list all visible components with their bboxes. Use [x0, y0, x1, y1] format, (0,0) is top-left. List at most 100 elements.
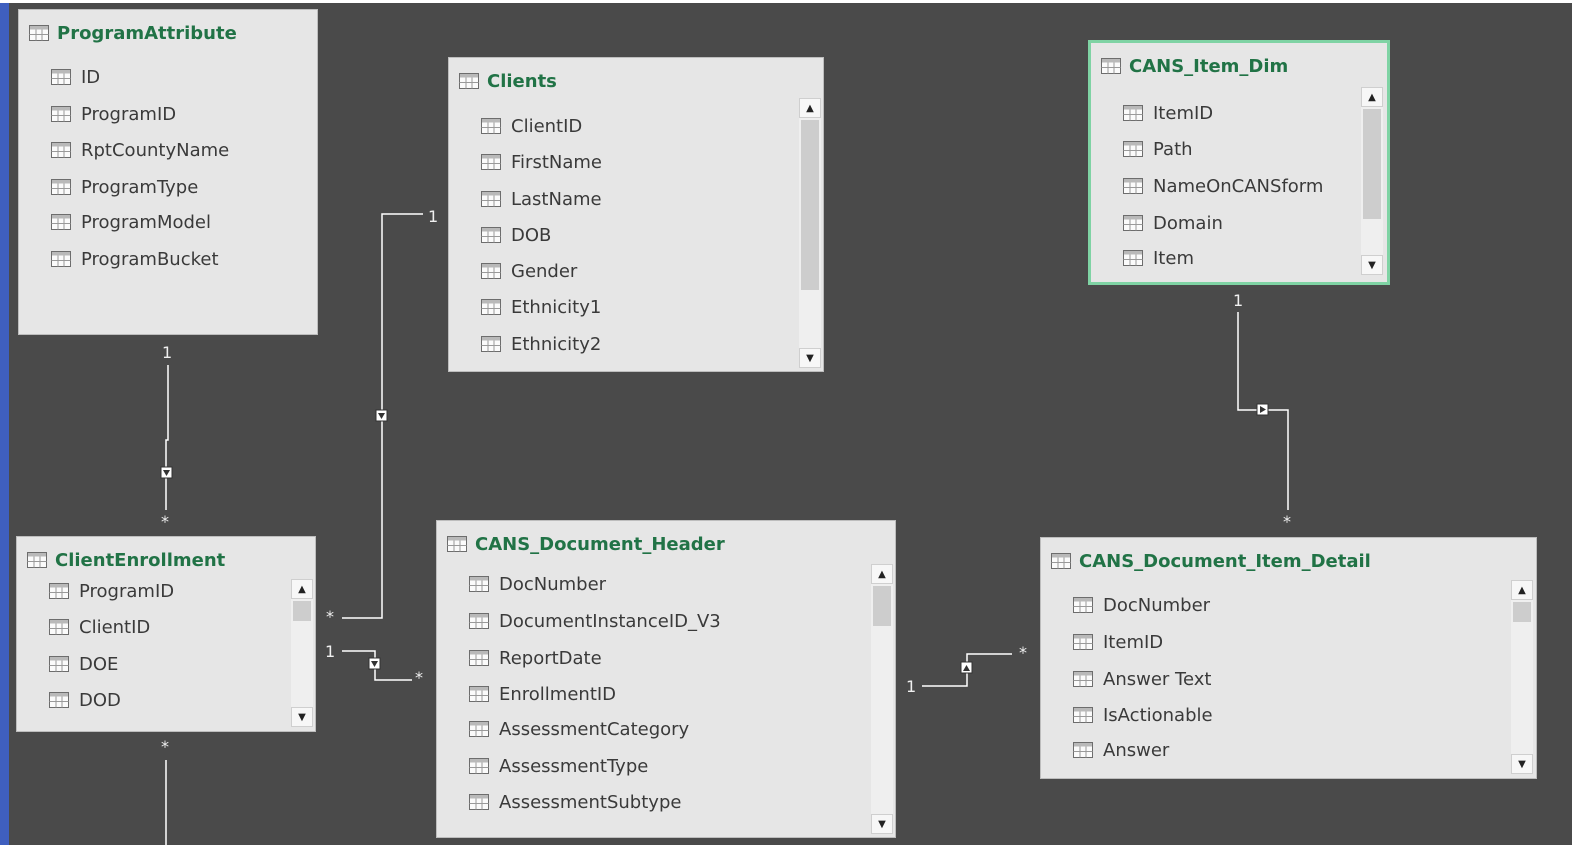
column-label: ProgramID [81, 103, 177, 125]
scroll-thumb[interactable] [873, 586, 891, 626]
column-icon [1123, 141, 1143, 157]
cardinality-one: 1 [906, 677, 917, 696]
column-icon [1123, 250, 1143, 266]
column-item[interactable]: AssessmentSubtype [469, 789, 681, 815]
scroll-thumb[interactable] [293, 601, 311, 621]
column-item[interactable]: Item [1123, 245, 1194, 271]
column-label: IsActionable [1103, 704, 1213, 726]
scroll-up-arrow[interactable]: ▲ [1511, 580, 1533, 600]
scroll-thumb[interactable] [801, 120, 819, 290]
scroll-down-arrow[interactable]: ▼ [1511, 754, 1533, 774]
column-label: Domain [1153, 212, 1223, 234]
scroll-up-arrow[interactable]: ▲ [871, 564, 893, 584]
table-cans-document-item-detail[interactable]: CANS_Document_Item_Detail DocNumber Item… [1040, 537, 1537, 779]
column-item[interactable]: ProgramBucket [51, 246, 219, 272]
cardinality-many: * [161, 512, 169, 531]
column-icon [49, 692, 69, 708]
scroll-up-arrow[interactable]: ▲ [799, 98, 821, 118]
table-clients[interactable]: Clients ClientID FirstName LastName DOB … [448, 57, 824, 372]
table-title-label: Clients [487, 70, 557, 92]
column-icon [1123, 105, 1143, 121]
table-cans-document-header[interactable]: CANS_Document_Header DocNumber DocumentI… [436, 520, 896, 838]
column-item[interactable]: Ethnicity2 [481, 331, 601, 357]
column-label: Ethnicity1 [511, 296, 602, 318]
column-item[interactable]: Domain [1123, 210, 1223, 236]
table-title[interactable]: Clients [459, 68, 557, 94]
vertical-scrollbar[interactable]: ▲ ▼ [871, 564, 893, 834]
column-item[interactable]: ID [51, 64, 100, 90]
column-icon [51, 106, 71, 122]
table-programattribute[interactable]: ProgramAttribute ID ProgramID RptCountyN… [18, 9, 318, 335]
table-icon [1051, 553, 1071, 569]
table-title[interactable]: CANS_Document_Header [447, 531, 725, 557]
table-title[interactable]: ProgramAttribute [29, 20, 237, 46]
scroll-thumb[interactable] [1513, 602, 1531, 622]
column-label: ProgramType [81, 176, 199, 198]
column-label: FirstName [511, 151, 602, 173]
column-item[interactable]: LastName [481, 186, 602, 212]
column-label: EnrollmentID [499, 683, 617, 705]
column-item[interactable]: DOD [49, 687, 121, 713]
column-label: AssessmentSubtype [499, 791, 682, 813]
column-item[interactable]: EnrollmentID [469, 681, 616, 707]
column-label: RptCountyName [81, 139, 230, 161]
table-title-label: CANS_Document_Item_Detail [1079, 550, 1371, 572]
column-label: ItemID [1153, 102, 1214, 124]
table-clientenrollment[interactable]: ClientEnrollment ProgramID ClientID DOE … [16, 536, 316, 732]
column-item[interactable]: ProgramType [51, 174, 198, 200]
table-icon [447, 536, 467, 552]
column-item[interactable]: ProgramID [49, 578, 174, 604]
column-item[interactable]: DocNumber [469, 571, 606, 597]
column-label: ClientID [79, 616, 151, 638]
column-item[interactable]: Ethnicity1 [481, 294, 601, 320]
column-item[interactable]: AssessmentCategory [469, 716, 689, 742]
table-cans-item-dim[interactable]: CANS_Item_Dim ItemID Path NameOnCANSform… [1088, 40, 1390, 285]
cardinality-one: 1 [325, 642, 336, 661]
column-icon [49, 656, 69, 672]
scroll-up-arrow[interactable]: ▲ [291, 579, 313, 599]
column-item[interactable]: ClientID [481, 113, 582, 139]
column-item[interactable]: Answer [1073, 737, 1169, 763]
column-item[interactable]: DOE [49, 651, 118, 677]
scroll-up-arrow[interactable]: ▲ [1361, 87, 1383, 107]
column-item[interactable]: Answer Text [1073, 666, 1211, 692]
column-item[interactable]: ProgramModel [51, 209, 211, 235]
column-item[interactable]: RptCountyName [51, 137, 229, 163]
column-item[interactable]: ItemID [1123, 100, 1213, 126]
column-item[interactable]: ProgramID [51, 101, 176, 127]
column-label: DOB [511, 224, 552, 246]
column-item[interactable]: IsActionable [1073, 702, 1213, 728]
table-title[interactable]: ClientEnrollment [27, 547, 225, 573]
column-item[interactable]: ReportDate [469, 645, 602, 671]
scroll-thumb[interactable] [1363, 109, 1381, 219]
table-title[interactable]: CANS_Document_Item_Detail [1051, 548, 1371, 574]
column-icon [51, 251, 71, 267]
column-label: DOE [79, 653, 119, 675]
column-item[interactable]: FirstName [481, 149, 602, 175]
column-icon [51, 179, 71, 195]
vertical-scrollbar[interactable]: ▲ ▼ [1511, 580, 1533, 774]
column-item[interactable]: ClientID [49, 614, 150, 640]
column-item[interactable]: NameOnCANSform [1123, 173, 1323, 199]
column-item[interactable]: ItemID [1073, 629, 1163, 655]
column-item[interactable]: Path [1123, 136, 1193, 162]
scroll-down-arrow[interactable]: ▼ [1361, 255, 1383, 275]
vertical-scrollbar[interactable]: ▲ ▼ [291, 579, 313, 727]
vertical-scrollbar[interactable]: ▲ ▼ [799, 98, 821, 368]
column-item[interactable]: AssessmentType [469, 753, 648, 779]
column-item[interactable]: DocumentInstanceID_V3 [469, 608, 721, 634]
column-icon [1123, 215, 1143, 231]
table-title[interactable]: CANS_Item_Dim [1101, 53, 1288, 79]
scroll-down-arrow[interactable]: ▼ [871, 814, 893, 834]
column-label: ReportDate [499, 647, 602, 669]
vertical-scrollbar[interactable]: ▲ ▼ [1361, 87, 1383, 275]
column-item[interactable]: DOB [481, 222, 551, 248]
column-icon [469, 721, 489, 737]
column-label: NameOnCANSform [1153, 175, 1324, 197]
scroll-down-arrow[interactable]: ▼ [291, 707, 313, 727]
scroll-down-arrow[interactable]: ▼ [799, 348, 821, 368]
column-item[interactable]: DocNumber [1073, 592, 1210, 618]
table-title-label: ClientEnrollment [55, 549, 226, 571]
column-icon [481, 263, 501, 279]
column-item[interactable]: Gender [481, 258, 577, 284]
